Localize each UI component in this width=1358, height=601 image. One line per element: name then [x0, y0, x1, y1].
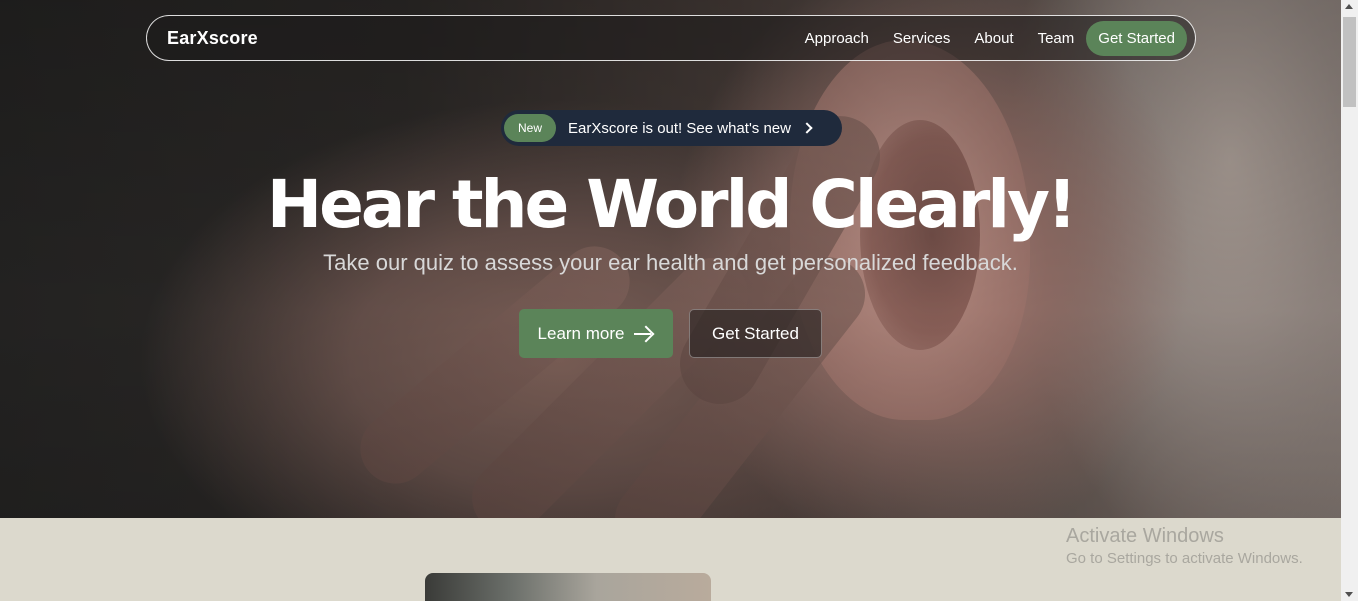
get-started-label: Get Started [712, 323, 799, 343]
nav-link-about[interactable]: About [974, 30, 1013, 47]
scroll-down-arrow-icon[interactable] [1345, 592, 1353, 597]
hero-subline: Take our quiz to assess your ear health … [323, 250, 1018, 275]
windows-activation-watermark: Activate Windows Go to Settings to activ… [1066, 525, 1303, 567]
navbar: EarXscore Approach Services About Team G… [146, 15, 1196, 61]
arrow-right-icon [634, 326, 654, 342]
hero-headline: Hear the World Clearly! [266, 166, 1077, 243]
scroll-up-arrow-icon[interactable] [1345, 4, 1353, 9]
nav-link-services[interactable]: Services [893, 30, 951, 47]
announcement-text: EarXscore is out! See what's new [568, 119, 791, 137]
learn-more-button[interactable]: Learn more [519, 309, 673, 358]
nav-link-team[interactable]: Team [1038, 30, 1075, 47]
brand-logo[interactable]: EarXscore [167, 28, 258, 49]
nav-links: Approach Services About Team Get Started [781, 20, 1187, 56]
preview-card-image [425, 573, 711, 601]
learn-more-label: Learn more [537, 323, 625, 343]
scroll-thumb[interactable] [1343, 17, 1356, 107]
vertical-scrollbar[interactable] [1341, 0, 1358, 601]
watermark-title: Activate Windows [1066, 525, 1224, 547]
watermark-subtitle: Go to Settings to activate Windows. [1066, 550, 1303, 567]
get-started-nav-button[interactable]: Get Started [1086, 20, 1187, 56]
get-started-hero-button[interactable]: Get Started [689, 309, 822, 358]
announcement-pill[interactable]: New EarXscore is out! See what's new [501, 110, 842, 146]
new-badge: New [504, 114, 557, 142]
chevron-right-icon [801, 122, 813, 134]
nav-link-approach[interactable]: Approach [805, 30, 869, 47]
